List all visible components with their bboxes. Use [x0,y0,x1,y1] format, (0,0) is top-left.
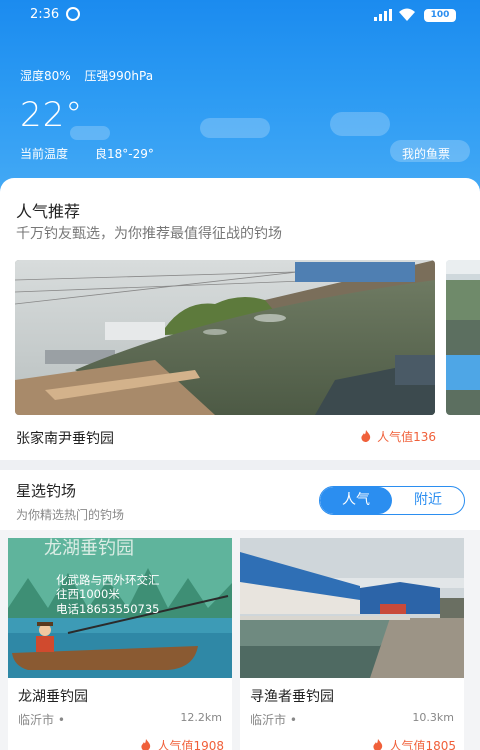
spot-distance: 12.2km [180,711,222,724]
spot-city: 临沂市 • [250,713,297,727]
spot-thumbnail [240,538,464,678]
recommend-title: 人气推荐 [16,202,81,221]
status-bar: 2:36 100 [0,6,480,26]
spot-distance: 10.3km [412,711,454,724]
pressure-text: 压强990hPa [84,69,154,83]
fishing-pond-image [15,260,435,415]
recommend-spot-name[interactable]: 张家南尹垂钓园 [16,428,114,448]
spot-popularity: 人气值1805 [373,737,456,750]
sort-toggle: 人气 附近 [319,486,465,515]
cloud-decoration [200,118,270,138]
my-ticket-link[interactable]: 我的鱼票 [402,145,450,162]
recommend-photo-next[interactable] [446,260,480,415]
spot-popularity: 人气值1908 [141,737,224,750]
temperature-label: 当前温度 [20,147,69,161]
status-time: 2:36 [30,7,60,22]
weather-header: 2:36 100 湿度80% 压强990hPa 22° 当前温度 良18°-29… [0,0,480,200]
tab-popularity[interactable]: 人气 [320,487,392,514]
flame-icon [361,430,371,442]
spot-name: 龙湖垂钓园 [18,689,88,705]
cloud-decoration [330,112,390,136]
spot-city: 临沂市 • [18,713,65,727]
fishing-pond-image [446,260,480,415]
recommend-photo[interactable] [15,260,435,415]
selected-title: 星选钓场 [16,482,77,500]
current-temperature: 22° [20,95,84,135]
poster-image: 龙湖垂钓园 化武路与西外环交汇 往西1000米 电话18653550735 [8,538,232,678]
spot-card-longhu[interactable]: 龙湖垂钓园 化武路与西外环交汇 往西1000米 电话18653550735 龙湖… [8,538,232,750]
recommend-card: 人气推荐 千万钓友甄选，为你推荐最值得征战的钓场 张家南尹垂钓园 人气值136 [0,178,480,460]
fishing-pond-image [240,538,464,678]
popularity-value: 人气值1908 [157,739,224,750]
flame-icon [141,739,151,750]
spot-thumbnail: 龙湖垂钓园 化武路与西外环交汇 往西1000米 电话18653550735 [8,538,232,678]
selected-subtitle: 为你精选热门的钓场 [16,508,125,522]
wifi-icon [399,8,415,21]
tab-nearby[interactable]: 附近 [392,487,464,514]
weather-meta: 湿度80% 压强990hPa [20,67,163,84]
flame-icon [373,739,383,750]
battery-icon: 100 [424,9,456,22]
poster-title: 龙湖垂钓园 [44,538,134,559]
signal-icon [374,9,392,21]
poster-address: 化武路与西外环交汇 [56,573,160,587]
temperature-range: 良18°-29° [95,147,154,161]
poster-direction: 往西1000米 [56,587,120,601]
popularity-value: 人气值136 [377,430,436,444]
recommend-popularity: 人气值136 [361,428,436,445]
spot-name: 寻渔者垂钓园 [250,689,334,705]
humidity-text: 湿度80% [20,69,71,83]
popularity-value: 人气值1805 [389,739,456,750]
spot-card-xunyuzhe[interactable]: 寻渔者垂钓园 临沂市 • 10.3km 人气值1805 [240,538,464,750]
poster-phone: 电话18653550735 [56,602,159,616]
recommend-subtitle: 千万钓友甄选，为你推荐最值得征战的钓场 [16,226,282,242]
alarm-icon [66,7,80,21]
